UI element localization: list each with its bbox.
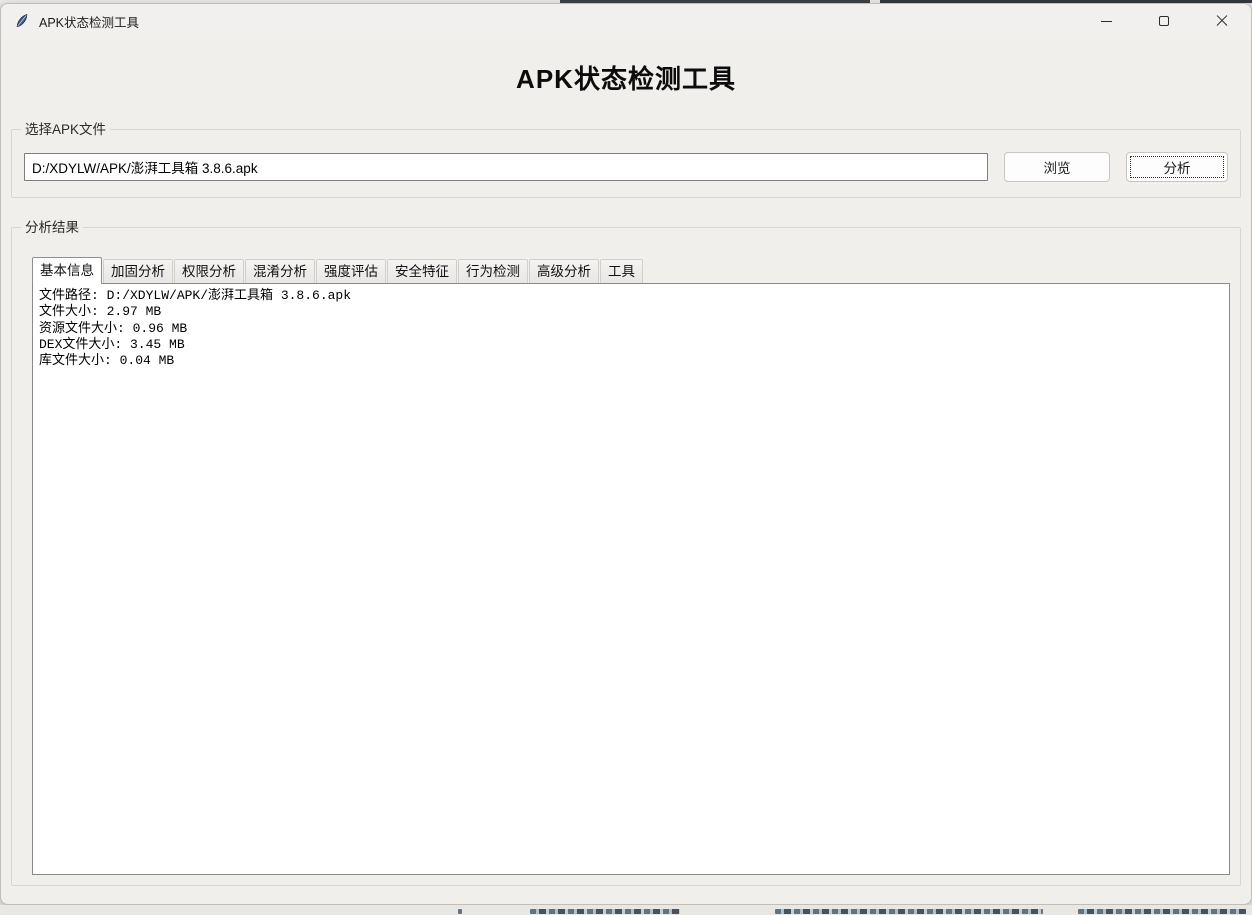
window-title: APK状态检测工具 [39, 12, 1077, 31]
minimize-button[interactable] [1077, 4, 1135, 38]
apk-path-input[interactable] [24, 153, 988, 181]
output-line-resource-size: 资源文件大小: 0.96 MB [39, 321, 1223, 337]
tab-tools[interactable]: 工具 [600, 259, 643, 283]
file-select-group: 选择APK文件 浏览 分析 [11, 129, 1241, 198]
tab-obfuscation-analysis[interactable]: 混淆分析 [245, 259, 315, 283]
results-notebook: 基本信息 加固分析 权限分析 混淆分析 强度评估 安全特征 行为检测 高级分析 … [32, 257, 1230, 875]
maximize-button[interactable] [1135, 4, 1193, 38]
analyze-button[interactable]: 分析 [1126, 152, 1228, 182]
window-controls [1077, 4, 1251, 38]
python-tk-feather-icon [14, 13, 30, 29]
basic-info-output[interactable]: 文件路径: D:/XDYLW/APK/澎湃工具箱 3.8.6.apk 文件大小:… [32, 283, 1230, 875]
background-window-fragment [775, 909, 1043, 914]
analysis-results-group: 分析结果 基本信息 加固分析 权限分析 混淆分析 强度评估 安全特征 行为检测 … [11, 227, 1241, 886]
close-button[interactable] [1193, 4, 1251, 38]
titlebar: APK状态检测工具 [1, 4, 1251, 38]
app-window: APK状态检测工具 APK状态检测工具 选择APK文件 浏览 分析 分析结果 基… [0, 3, 1252, 905]
tab-security-features[interactable]: 安全特征 [387, 259, 457, 283]
browse-button[interactable]: 浏览 [1004, 152, 1110, 182]
background-window-fragment [458, 909, 462, 914]
output-line-file-size: 文件大小: 2.97 MB [39, 304, 1223, 320]
minimize-icon [1101, 21, 1112, 22]
tab-packer-analysis[interactable]: 加固分析 [103, 259, 173, 283]
file-select-group-label: 选择APK文件 [21, 120, 110, 139]
screen-behind-bottom [0, 905, 1252, 915]
output-line-file-path: 文件路径: D:/XDYLW/APK/澎湃工具箱 3.8.6.apk [39, 288, 1223, 304]
tab-basic-info[interactable]: 基本信息 [32, 257, 102, 284]
tab-bar: 基本信息 加固分析 权限分析 混淆分析 强度评估 安全特征 行为检测 高级分析 … [32, 257, 1230, 283]
main-content: APK状态检测工具 选择APK文件 浏览 分析 分析结果 基本信息 加固分析 权… [1, 62, 1251, 886]
file-row: 浏览 分析 [24, 152, 1228, 182]
background-window-fragment [1078, 909, 1246, 914]
output-line-lib-size: 库文件大小: 0.04 MB [39, 353, 1223, 369]
analysis-results-group-label: 分析结果 [21, 218, 83, 237]
page-title: APK状态检测工具 [11, 62, 1241, 96]
background-window-fragment [530, 909, 680, 914]
close-icon [1215, 14, 1229, 28]
tab-advanced-analysis[interactable]: 高级分析 [529, 259, 599, 283]
tab-permission-analysis[interactable]: 权限分析 [174, 259, 244, 283]
tab-behavior-detection[interactable]: 行为检测 [458, 259, 528, 283]
maximize-icon [1159, 16, 1169, 26]
tab-strength-evaluation[interactable]: 强度评估 [316, 259, 386, 283]
output-line-dex-size: DEX文件大小: 3.45 MB [39, 337, 1223, 353]
